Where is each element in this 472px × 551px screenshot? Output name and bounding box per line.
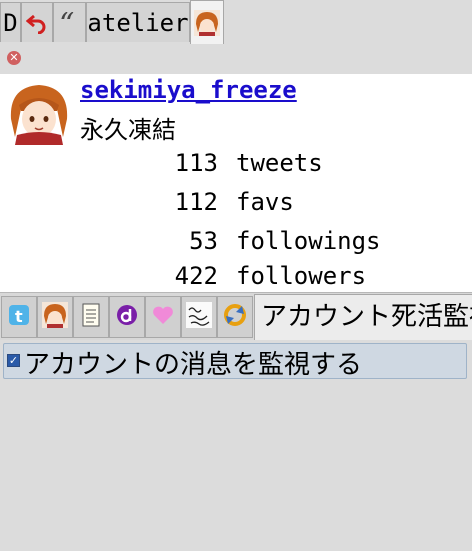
tab-atelier-label: atelier bbox=[87, 8, 189, 37]
user-avatar-icon bbox=[194, 9, 220, 36]
tab-user-profile[interactable] bbox=[190, 0, 224, 44]
tab-refresh[interactable] bbox=[217, 296, 253, 338]
followers-label: followers bbox=[236, 262, 367, 290]
tab-d-label: D bbox=[3, 8, 18, 37]
tab-d[interactable]: D bbox=[0, 2, 21, 42]
tweets-count: 113 bbox=[174, 149, 218, 177]
twitter-icon: t bbox=[7, 303, 31, 331]
tab-account-monitor[interactable]: アカウント死活監視 bbox=[254, 294, 472, 340]
favs-count: 112 bbox=[174, 188, 218, 216]
tab-notepad[interactable] bbox=[73, 296, 109, 338]
reply-arrow-icon bbox=[26, 12, 48, 34]
heart-icon bbox=[151, 304, 175, 330]
d-icon bbox=[115, 303, 139, 331]
avatar-icon bbox=[42, 302, 68, 332]
tweets-label: tweets bbox=[236, 149, 323, 177]
svg-text:“: “ bbox=[59, 12, 74, 34]
tab-reply[interactable] bbox=[21, 2, 53, 42]
avatar bbox=[7, 81, 71, 145]
screen-name-link[interactable]: sekimiya_freeze bbox=[80, 76, 297, 104]
tab-favorites[interactable] bbox=[145, 296, 181, 338]
favs-label: favs bbox=[236, 188, 294, 216]
followings-count: 53 bbox=[189, 227, 218, 255]
handwriting-icon bbox=[185, 301, 213, 333]
tab-avatar[interactable] bbox=[37, 296, 73, 338]
refresh-icon bbox=[222, 302, 248, 332]
tab-account-monitor-label: アカウント死活監視 bbox=[261, 302, 472, 332]
quote-icon: “ bbox=[58, 12, 82, 34]
tab-quote[interactable]: “ bbox=[53, 2, 86, 42]
tab-atelier[interactable]: atelier bbox=[86, 2, 190, 42]
notepad-icon bbox=[80, 302, 102, 332]
close-icon[interactable]: ✕ bbox=[7, 51, 21, 65]
svg-text:t: t bbox=[15, 307, 23, 326]
tab-handwriting[interactable] bbox=[181, 296, 217, 338]
tab-d-service[interactable] bbox=[109, 296, 145, 338]
close-bar bbox=[0, 44, 472, 74]
monitor-checkbox[interactable]: ✓ bbox=[7, 354, 20, 367]
followings-label: followings bbox=[236, 227, 381, 255]
monitor-checkbox-label[interactable]: アカウントの消息を監視する bbox=[24, 344, 362, 381]
tab-twitter[interactable]: t bbox=[1, 296, 37, 338]
followers-count: 422 bbox=[174, 262, 218, 290]
display-name: 永久凍結 bbox=[80, 116, 176, 144]
